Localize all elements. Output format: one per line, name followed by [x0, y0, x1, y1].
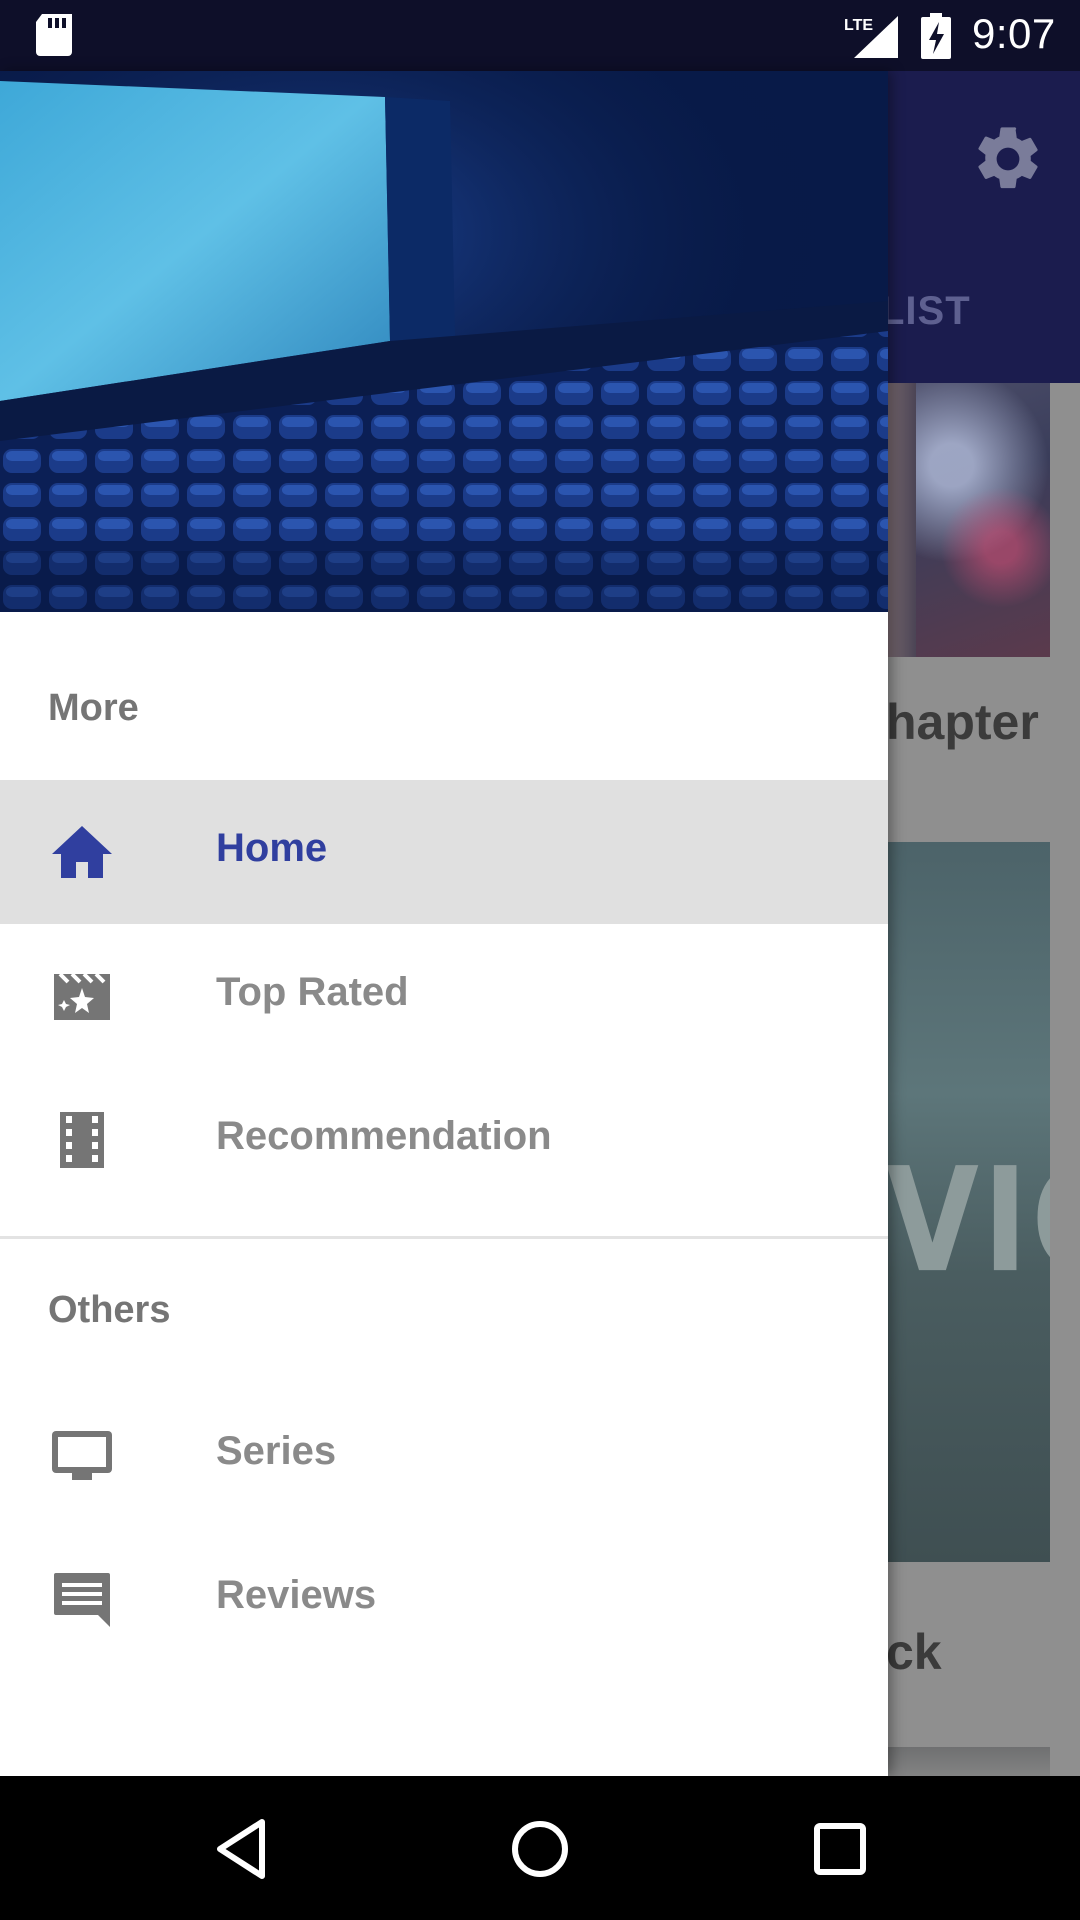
- film-strip-icon: [60, 1112, 104, 1168]
- svg-text:LTE: LTE: [844, 17, 873, 34]
- comment-icon: [54, 1573, 110, 1627]
- lte-signal-icon: LTE: [844, 16, 898, 58]
- drawer-item-series[interactable]: Series: [0, 1383, 888, 1527]
- section-title-more: More: [48, 687, 139, 729]
- poster-text: VICK: [886, 1138, 1050, 1305]
- recents-icon[interactable]: [805, 1814, 875, 1884]
- movie-title: hapter: [886, 694, 1039, 750]
- status-bar: LTE 9:07: [0, 0, 1080, 71]
- system-navigation-bar: [0, 1776, 1080, 1920]
- settings-gear-icon[interactable]: [970, 121, 1046, 197]
- movie-theater-image: [0, 71, 888, 612]
- movie-title: ck: [886, 1624, 942, 1680]
- tab-list[interactable]: LIST: [880, 289, 971, 334]
- tv-icon: [52, 1431, 112, 1480]
- drawer-item-label: Home: [216, 826, 328, 870]
- movie-star-icon: [54, 972, 110, 1020]
- drawer-item-label: Recommendation: [216, 1114, 552, 1158]
- movie-poster[interactable]: VICK: [886, 842, 1050, 1562]
- drawer-item-label: Top Rated: [216, 970, 409, 1014]
- drawer-item-recommendation[interactable]: Recommendation: [0, 1068, 888, 1212]
- sd-card-icon: [36, 14, 72, 56]
- back-icon[interactable]: [206, 1814, 276, 1884]
- battery-charging-icon: [921, 13, 951, 59]
- movie-poster[interactable]: [886, 383, 1050, 657]
- drawer-item-reviews[interactable]: Reviews: [0, 1527, 888, 1671]
- drawer-item-label: Series: [216, 1429, 337, 1473]
- drawer-divider: [0, 1236, 888, 1239]
- section-title-others: Others: [48, 1289, 171, 1331]
- home-icon: [52, 826, 112, 878]
- status-time: 9:07: [972, 10, 1056, 57]
- drawer-item-top-rated[interactable]: Top Rated: [0, 924, 888, 1068]
- home-circle-icon[interactable]: [505, 1814, 575, 1884]
- drawer-item-home[interactable]: Home: [0, 780, 888, 924]
- navigation-drawer: More Home Top Rated Recommendation Other…: [0, 71, 888, 1776]
- movie-poster[interactable]: [886, 1747, 1050, 1776]
- drawer-item-label: Reviews: [216, 1573, 377, 1617]
